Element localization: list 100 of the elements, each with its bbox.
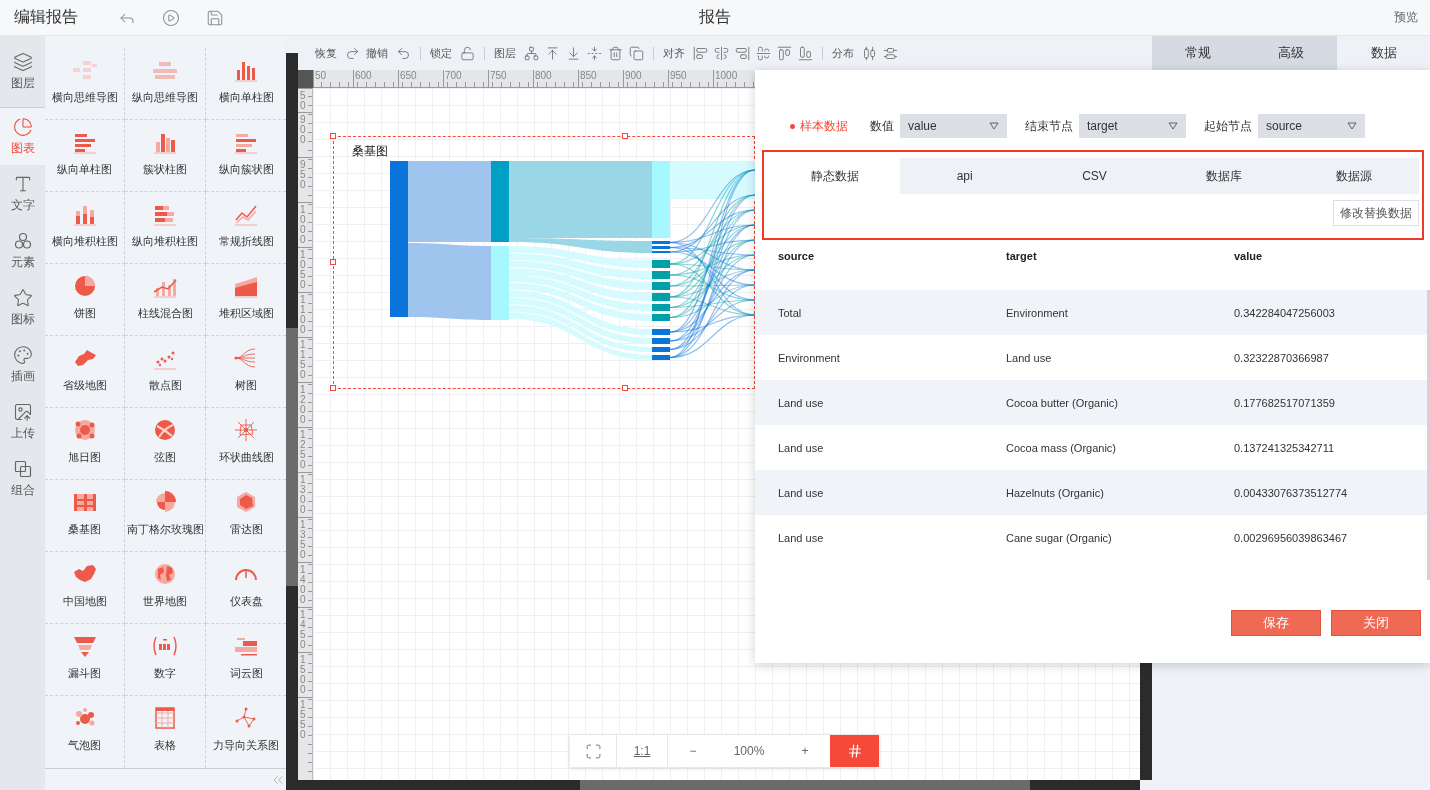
ruler-label: 1150 bbox=[300, 340, 307, 380]
zoom-out-button[interactable]: − bbox=[668, 735, 718, 767]
table-cell-text: Land use bbox=[778, 396, 825, 409]
field-select[interactable]: source bbox=[1258, 114, 1365, 138]
table-cell-text: 0.342284047256003 bbox=[1234, 306, 1336, 319]
undo-icon[interactable] bbox=[396, 45, 411, 61]
chart-type-item[interactable]: 簇状柱图 bbox=[125, 120, 206, 192]
table-cell-text: Total bbox=[778, 306, 803, 319]
table-cell-text: Land use bbox=[778, 531, 825, 544]
ruler-label: 1200 bbox=[300, 385, 307, 425]
app-title: 编辑报告 bbox=[14, 7, 79, 27]
align-top-icon[interactable] bbox=[777, 45, 792, 61]
chart-type-item[interactable]: 弦图 bbox=[125, 408, 206, 480]
resize-handle[interactable] bbox=[330, 133, 336, 139]
resize-handle[interactable] bbox=[622, 385, 628, 391]
circles-icon bbox=[12, 230, 33, 251]
field-select[interactable]: value bbox=[900, 114, 1007, 138]
resize-handle[interactable] bbox=[330, 259, 336, 265]
chart-type-item[interactable]: 饼图 bbox=[45, 264, 125, 336]
chart-type-item[interactable]: 散点图 bbox=[125, 336, 206, 408]
caret-icon bbox=[989, 122, 999, 130]
ruler-label: 1450 bbox=[300, 610, 307, 650]
toolbar-label: 对齐 bbox=[663, 45, 685, 61]
toolbar-label: 恢复 bbox=[315, 45, 337, 61]
ruler-label: 800 bbox=[535, 70, 552, 81]
distribute-horizontal-icon[interactable] bbox=[862, 45, 877, 61]
caret-icon bbox=[1347, 122, 1357, 130]
sidebar-item[interactable]: 图标 bbox=[0, 279, 45, 336]
table-cell-text: 0.32322870366987 bbox=[1234, 351, 1330, 364]
chart-type-item[interactable]: 气泡图 bbox=[45, 696, 125, 768]
chart-type-item[interactable]: 省级地图 bbox=[45, 336, 125, 408]
sidebar-item[interactable]: 上传 bbox=[0, 393, 45, 450]
redo-icon[interactable] bbox=[345, 45, 360, 61]
chart-type-item[interactable]: 桑基图 bbox=[45, 480, 125, 552]
chart-type-item[interactable]: 纵向思维导图 bbox=[125, 48, 206, 120]
zoom-in-button[interactable]: + bbox=[780, 735, 830, 767]
unlock-icon[interactable] bbox=[460, 45, 475, 61]
field-select[interactable]: target bbox=[1079, 114, 1186, 138]
grid-icon bbox=[846, 743, 863, 759]
chart-type-item[interactable]: 力导向关系图 bbox=[206, 696, 286, 768]
chart-type-item[interactable]: 世界地图 bbox=[125, 552, 206, 624]
dot-icon bbox=[790, 123, 795, 129]
align-right-icon[interactable] bbox=[735, 45, 750, 61]
scrollbar-thumb[interactable] bbox=[286, 328, 298, 586]
chart-type-item[interactable]: 漏斗图 bbox=[45, 624, 125, 696]
align-left-icon[interactable] bbox=[693, 45, 708, 61]
arrow-down-to-line-icon[interactable] bbox=[566, 45, 581, 61]
chart-type-item[interactable]: 南丁格尔玫瑰图 bbox=[125, 480, 206, 552]
selection-frame[interactable]: 桑基图 bbox=[333, 136, 755, 389]
chart-type-item[interactable]: 旭日图 bbox=[45, 408, 125, 480]
chart-type-item[interactable]: 表格 bbox=[125, 696, 206, 768]
preview-link[interactable]: 预览 bbox=[1394, 9, 1418, 26]
sidebar-item[interactable]: 组合 bbox=[0, 450, 45, 507]
chart-type-item[interactable]: 中国地图 bbox=[45, 552, 125, 624]
replace-data-button[interactable]: 修改替换数据 bbox=[1333, 200, 1419, 226]
page-title: 报告 bbox=[699, 7, 731, 27]
distribute-vertical-icon[interactable] bbox=[883, 45, 898, 61]
scrollbar-thumb[interactable] bbox=[580, 780, 1030, 790]
pie-chart-icon bbox=[12, 116, 33, 137]
ruler-label: 1050 bbox=[300, 250, 307, 290]
actual-size-button[interactable]: 1:1 bbox=[617, 735, 668, 767]
ruler-label: 1250 bbox=[300, 430, 307, 470]
ruler-corner bbox=[298, 70, 313, 88]
panel-tab[interactable]: 高级 bbox=[1244, 36, 1338, 70]
chart-type-item[interactable]: 柱线混合图 bbox=[125, 264, 206, 336]
field-label: 数值 bbox=[870, 117, 894, 135]
toolbar-label: 图层 bbox=[494, 45, 516, 61]
chart-type-item[interactable]: 纵向堆积柱图 bbox=[125, 192, 206, 264]
sidebar-item[interactable]: 元素 bbox=[0, 222, 45, 279]
ruler-label: 1500 bbox=[300, 655, 307, 695]
trash-icon[interactable] bbox=[608, 45, 623, 61]
chart-type-item[interactable]: 横向思维导图 bbox=[45, 48, 125, 120]
copy-icon[interactable] bbox=[629, 45, 644, 61]
sidebar-item[interactable]: 插画 bbox=[0, 336, 45, 393]
fold-vertical-icon[interactable] bbox=[587, 45, 602, 61]
resize-handle[interactable] bbox=[622, 133, 628, 139]
grid-toggle-button[interactable] bbox=[830, 735, 879, 767]
arrow-up-to-line-icon[interactable] bbox=[545, 45, 560, 61]
play-icon[interactable] bbox=[162, 8, 180, 27]
ruler-label: 1550 bbox=[300, 700, 307, 740]
chart-type-item[interactable]: 纵向单柱图 bbox=[45, 120, 125, 192]
ruler-label: 1350 bbox=[300, 520, 307, 560]
source-tab[interactable]: 静态数据 bbox=[770, 158, 900, 194]
sidebar-item[interactable]: 文字 bbox=[0, 165, 45, 222]
chart-type-item[interactable]: 横向堆积柱图 bbox=[45, 192, 125, 264]
toolbar-label: 撤销 bbox=[366, 45, 388, 61]
align-middle-icon[interactable] bbox=[756, 45, 771, 61]
save-icon[interactable] bbox=[206, 8, 224, 27]
hierarchy-icon[interactable] bbox=[524, 45, 539, 61]
layers-icon bbox=[12, 51, 33, 72]
resize-handle[interactable] bbox=[330, 385, 336, 391]
palette-icon bbox=[12, 344, 33, 365]
align-bottom-icon[interactable] bbox=[798, 45, 813, 61]
ruler-label: 1100 bbox=[300, 295, 307, 335]
table-cell-text: Land use bbox=[778, 441, 825, 454]
panel-tab[interactable]: 常规 bbox=[1152, 36, 1245, 70]
star-icon bbox=[12, 287, 33, 308]
align-center-icon[interactable] bbox=[714, 45, 729, 61]
chart-type-item[interactable]: 数字 bbox=[125, 624, 206, 696]
chart-title: 桑基图 bbox=[352, 143, 388, 160]
